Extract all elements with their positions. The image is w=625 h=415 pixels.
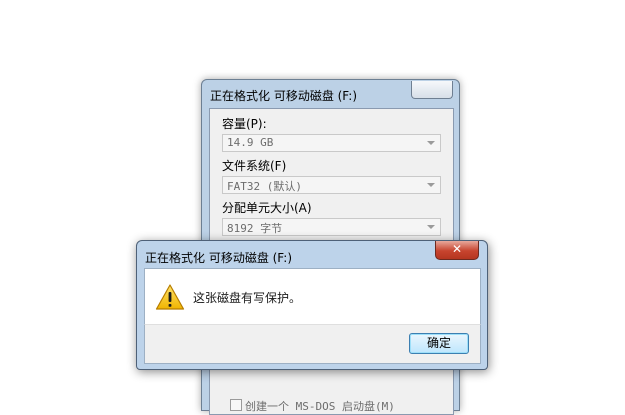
capacity-select[interactable]: 14.9 GB	[222, 134, 441, 152]
warning-icon	[155, 284, 185, 310]
capacity-value: 14.9 GB	[227, 136, 274, 149]
alert-dialog-title: 正在格式化 可移动磁盘 (F:)	[145, 251, 293, 265]
allocation-select[interactable]: 8192 字节	[222, 218, 441, 236]
format-dialog-close-button[interactable]	[411, 81, 453, 99]
chevron-down-icon	[427, 225, 435, 229]
msdos-startup-label: 创建一个 MS-DOS 启动盘(M)	[245, 400, 395, 413]
capacity-label: 容量(P):	[222, 117, 267, 131]
filesystem-value: FAT32 (默认)	[227, 180, 302, 193]
alert-message: 这张磁盘有写保护。	[193, 291, 302, 305]
checkbox-box[interactable]	[230, 399, 242, 411]
close-button[interactable]: ✕	[435, 241, 479, 260]
chevron-down-icon	[427, 183, 435, 187]
alert-dialog-footer: 确定	[144, 324, 481, 364]
close-icon: ✕	[451, 242, 463, 256]
msdos-startup-checkbox[interactable]: 创建一个 MS-DOS 启动盘(M)	[230, 398, 395, 414]
alert-dialog-body: 这张磁盘有写保护。	[144, 268, 481, 324]
filesystem-select[interactable]: FAT32 (默认)	[222, 176, 441, 194]
write-protect-alert-dialog: 正在格式化 可移动磁盘 (F:) ✕ 这张磁盘有写保护。 确定	[136, 240, 488, 370]
format-dialog-title: 正在格式化 可移动磁盘 (F:)	[210, 89, 358, 103]
ok-button[interactable]: 确定	[409, 333, 469, 354]
allocation-label: 分配单元大小(A)	[222, 201, 312, 215]
filesystem-label: 文件系统(F)	[222, 159, 287, 173]
allocation-value: 8192 字节	[227, 222, 283, 235]
chevron-down-icon	[427, 141, 435, 145]
